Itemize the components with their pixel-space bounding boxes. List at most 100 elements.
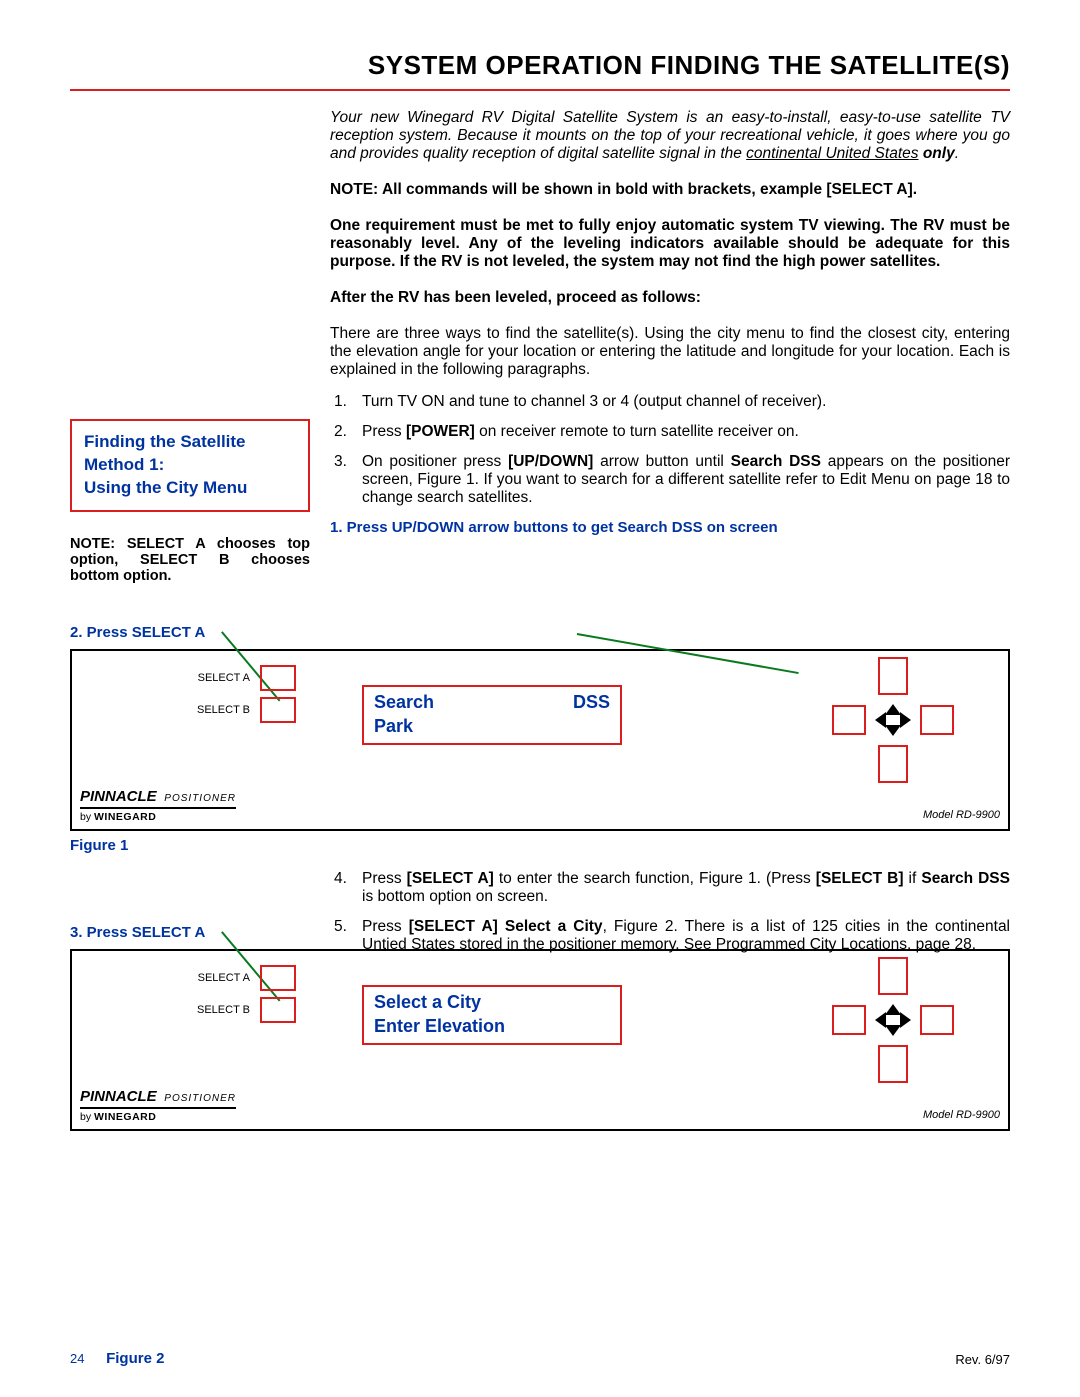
select-a-row-2: SELECT A	[192, 965, 296, 991]
arrow-left-icon-2	[875, 1012, 886, 1028]
intro-suffix: .	[955, 145, 959, 162]
screen2-line1: Select a City	[374, 991, 610, 1014]
dpad-1	[828, 657, 958, 787]
screen1-line2: Park	[374, 715, 610, 738]
intro-only: only	[919, 145, 955, 162]
step-3-text: On positioner press [UP/DOWN] arrow butt…	[362, 453, 1010, 507]
select-b-row-2: SELECT B	[192, 997, 296, 1023]
s3c: arrow button until	[593, 453, 730, 470]
by-text-2: by	[80, 1111, 94, 1123]
steps-4-5-block: 4. Press [SELECT A] to enter the search …	[330, 870, 1010, 954]
content-wrap: Finding the Satellite Method 1: Using th…	[70, 109, 1010, 649]
intro-underline: continental United States	[746, 145, 918, 162]
title-rule	[70, 89, 1010, 91]
select-a-button-2[interactable]	[260, 965, 296, 991]
model-1: Model RD-9900	[923, 809, 1000, 821]
positioner-panel-1: SELECT A SELECT B Search DSS Park PINNAC…	[70, 649, 1010, 831]
by-text: by	[80, 811, 94, 823]
s2b: [POWER]	[406, 423, 475, 440]
select-b-button[interactable]	[260, 697, 296, 723]
model-2: Model RD-9900	[923, 1109, 1000, 1121]
left-column: Finding the Satellite Method 1: Using th…	[70, 109, 310, 649]
step-2-text: Press [POWER] on receiver remote to turn…	[362, 423, 1010, 441]
dpad-down-button[interactable]	[878, 745, 908, 783]
s2c: on receiver remote to turn satellite rec…	[475, 423, 799, 440]
s5a: Press	[362, 918, 409, 935]
step-1-text: Turn TV ON and tune to channel 3 or 4 (o…	[362, 393, 1010, 411]
dpad-down-button-2[interactable]	[878, 1045, 908, 1083]
pinnacle-logo-2: PINNACLE	[80, 1088, 157, 1105]
screen-2: Select a City Enter Elevation	[362, 985, 622, 1045]
note-commands: NOTE: All commands will be shown in bold…	[330, 181, 1010, 199]
s3a: On positioner press	[362, 453, 508, 470]
figure-2-caption: Figure 2	[106, 1350, 164, 1367]
by-winegard: by WINEGARD	[80, 811, 236, 823]
figure-1-caption: Figure 1	[70, 837, 1010, 854]
step-3-num: 3.	[334, 453, 352, 507]
step-4-text: Press [SELECT A] to enter the search fun…	[362, 870, 1010, 906]
s4g: is bottom option on screen.	[362, 888, 548, 905]
dpad-left-button[interactable]	[832, 705, 866, 735]
dpad-up-button[interactable]	[878, 657, 908, 695]
select-group-1: SELECT A SELECT B	[192, 665, 296, 729]
requirement-block: One requirement must be met to fully enj…	[330, 217, 1010, 271]
method-box: Finding the Satellite Method 1: Using th…	[70, 419, 310, 512]
arrow-down-icon-2	[885, 1025, 901, 1036]
screen1-l1a: Search	[374, 691, 434, 714]
branding-2: PINNACLE POSITIONER by WINEGARD	[80, 1088, 236, 1123]
arrow-right-icon-2	[900, 1012, 911, 1028]
method-l2: Method 1:	[84, 454, 296, 477]
positioner-word: POSITIONER	[164, 793, 236, 804]
s4d: [SELECT B]	[816, 870, 904, 887]
select-a-label: SELECT A	[192, 672, 250, 684]
select-b-label: SELECT B	[192, 704, 250, 716]
select-b-button-2[interactable]	[260, 997, 296, 1023]
step-3: 3. On positioner press [UP/DOWN] arrow b…	[330, 453, 1010, 507]
method-l3: Using the City Menu	[84, 477, 296, 500]
page-title: SYSTEM OPERATION FINDING THE SATELLITE(S…	[70, 50, 1010, 89]
screen-1: Search DSS Park	[362, 685, 622, 745]
method-l1: Finding the Satellite	[84, 431, 296, 454]
step-4: 4. Press [SELECT A] to enter the search …	[330, 870, 1010, 906]
positioner-panel-2: SELECT A SELECT B Select a City Enter El…	[70, 949, 1010, 1131]
dpad-2	[828, 957, 958, 1087]
branding-1: PINNACLE POSITIONER by WINEGARD	[80, 788, 236, 823]
dpad-up-button-2[interactable]	[878, 957, 908, 995]
footer: 24 Figure 2 Rev. 6/97	[70, 1350, 1010, 1367]
step-1: 1. Turn TV ON and tune to channel 3 or 4…	[330, 393, 1010, 411]
s3d: Search DSS	[731, 453, 821, 470]
dpad-right-button-2[interactable]	[920, 1005, 954, 1035]
step-4-num: 4.	[334, 870, 352, 906]
left-step-2: 2. Press SELECT A	[70, 624, 310, 641]
dpad-center-2	[873, 1000, 913, 1040]
intro-paragraph: Your new Winegard RV Digital Satellite S…	[330, 109, 1010, 163]
arrow-down-icon	[885, 725, 901, 736]
winegard-text: WINEGARD	[94, 811, 156, 823]
page-number: 24	[70, 1351, 84, 1366]
arrow-up-icon	[885, 704, 901, 715]
by-winegard-2: by WINEGARD	[80, 1111, 236, 1123]
caption-step1: 1. Press UP/DOWN arrow buttons to get Se…	[330, 519, 1010, 536]
s4e: if	[904, 870, 922, 887]
arrow-right-icon	[900, 712, 911, 728]
dpad-left-button-2[interactable]	[832, 1005, 866, 1035]
positioner-word-2: POSITIONER	[164, 1093, 236, 1104]
screen1-l1b: DSS	[573, 691, 610, 714]
select-a-button[interactable]	[260, 665, 296, 691]
s4f: Search DSS	[921, 870, 1010, 887]
screen2-line2: Enter Elevation	[374, 1015, 610, 1038]
select-group-2: SELECT A SELECT B	[192, 965, 296, 1029]
step-2-num: 2.	[334, 423, 352, 441]
select-b-row: SELECT B	[192, 697, 296, 723]
arrow-up-icon-2	[885, 1004, 901, 1015]
dpad-center	[873, 700, 913, 740]
after-level: After the RV has been leveled, proceed a…	[330, 289, 1010, 307]
select-b-label-2: SELECT B	[192, 1004, 250, 1016]
step-2: 2. Press [POWER] on receiver remote to t…	[330, 423, 1010, 441]
pinnacle-logo: PINNACLE	[80, 788, 157, 805]
select-a-row: SELECT A	[192, 665, 296, 691]
dpad-right-button[interactable]	[920, 705, 954, 735]
step-1-num: 1.	[334, 393, 352, 411]
s3b: [UP/DOWN]	[508, 453, 593, 470]
select-a-label-2: SELECT A	[192, 972, 250, 984]
